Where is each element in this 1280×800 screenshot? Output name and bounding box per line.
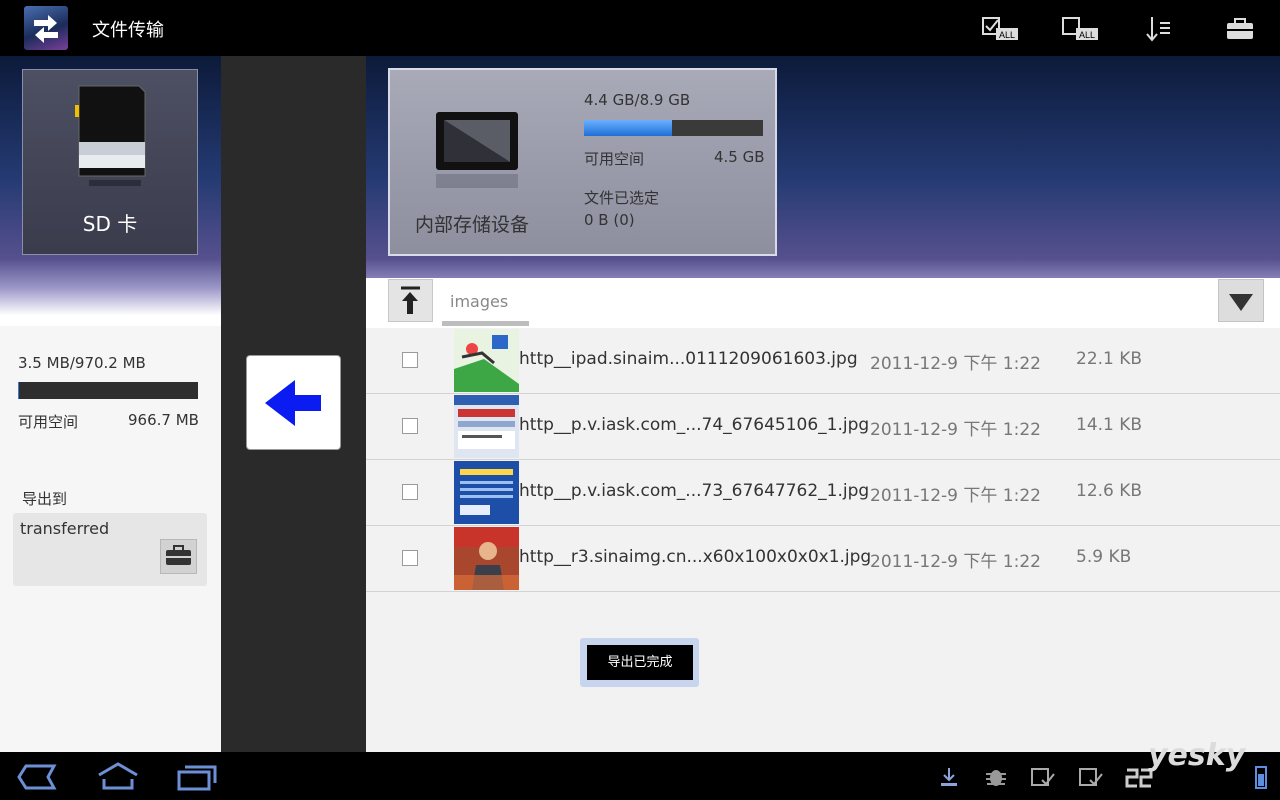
file-size: 14.1 KB [1076,415,1143,435]
file-thumbnail [454,527,519,590]
file-date: 2011-12-9 下午 1:22 [870,354,1041,374]
svg-text:ALL: ALL [1079,30,1095,40]
file-checkbox[interactable] [402,484,418,500]
internal-usage-bar [584,120,763,136]
file-size: 22.1 KB [1076,349,1143,369]
file-checkbox[interactable] [402,550,418,566]
selected-files-value: 0 B (0) [584,211,635,229]
internal-used-total: 4.4 GB/8.9 GB [584,91,691,109]
download-icon[interactable] [938,766,960,792]
battery-icon [1254,764,1268,794]
deselect-all-icon: ALL [1062,17,1098,40]
path-underline [442,321,529,326]
app-icon[interactable] [24,6,68,50]
file-size: 12.6 KB [1076,481,1143,501]
debug-icon[interactable] [984,766,1008,792]
file-row[interactable]: http__r3.sinaimg.cn...x60x100x0x0x1.jpg … [366,526,1280,592]
toolbox-icon [166,545,191,565]
internal-usage-fill [584,120,672,136]
file-name: http__ipad.sinaim...0111209061603.jpg [519,349,858,369]
file-date: 2011-12-9 下午 1:22 [870,420,1041,440]
file-thumbnail [454,461,519,524]
file-size: 5.9 KB [1076,547,1132,567]
file-checkbox[interactable] [402,352,418,368]
export-destination: transferred [20,519,110,538]
svg-text:ALL: ALL [999,30,1015,40]
file-name: http__p.v.iask.com_...74_67645106_1.jpg [519,415,870,435]
arrow-left-icon [265,380,321,426]
select-all-button[interactable]: ALL [980,14,1020,44]
sd-card-label: SD 卡 [82,212,138,236]
triangle-down-icon [1229,294,1253,311]
file-name: http__r3.sinaimg.cn...x60x100x0x0x1.jpg [519,547,872,567]
select-all-icon: ALL [982,17,1018,40]
export-complete-toast: 导出已完成 [587,645,693,680]
file-name: http__p.v.iask.com_...73_67647762_1.jpg [519,481,870,501]
task-check-icon[interactable] [1030,766,1056,792]
file-row[interactable]: http__p.v.iask.com_...73_67647762_1.jpg … [366,460,1280,526]
sd-usage-bar [18,382,198,399]
transfer-button[interactable] [247,356,340,449]
file-row[interactable]: http__p.v.iask.com_...74_67645106_1.jpg … [366,394,1280,460]
sort-icon [1146,17,1170,42]
sd-card-icon [75,85,146,186]
home-icon[interactable] [96,761,140,795]
file-thumbnail [454,395,519,458]
sort-button[interactable] [1140,14,1180,44]
back-icon[interactable] [16,764,58,794]
internal-free-value: 4.5 GB [714,148,765,166]
parent-folder-button[interactable] [388,279,433,322]
internal-storage-name: 内部存储设备 [415,214,530,236]
sd-free-value: 966.7 MB [128,411,199,429]
selected-files-label: 文件已选定 [584,189,660,207]
choose-destination-button[interactable] [160,539,197,574]
current-folder: images [450,292,509,311]
deselect-all-button[interactable]: ALL [1060,14,1100,44]
toolbox-icon [1227,18,1253,39]
file-checkbox[interactable] [402,418,418,434]
file-date: 2011-12-9 下午 1:22 [870,552,1041,572]
sd-free-label: 可用空间 [18,413,79,431]
app-title: 文件传输 [92,20,164,41]
file-thumbnail [454,329,519,392]
storage-device-icon [430,104,522,208]
internal-free-label: 可用空间 [584,150,645,168]
folder-dropdown-button[interactable] [1218,279,1264,322]
file-date: 2011-12-9 下午 1:22 [870,486,1041,506]
task-check-icon[interactable] [1078,766,1104,792]
recent-apps-icon[interactable] [176,763,218,795]
file-row[interactable]: http__ipad.sinaim...0111209061603.jpg 20… [366,328,1280,394]
sd-used-total: 3.5 MB/970.2 MB [18,354,146,372]
export-to-label: 导出到 [22,490,68,508]
folder-up-icon [401,286,420,314]
watermark: yesky [1148,738,1246,773]
toolbox-button[interactable] [1220,14,1260,44]
sd-usage-fill [18,382,19,399]
